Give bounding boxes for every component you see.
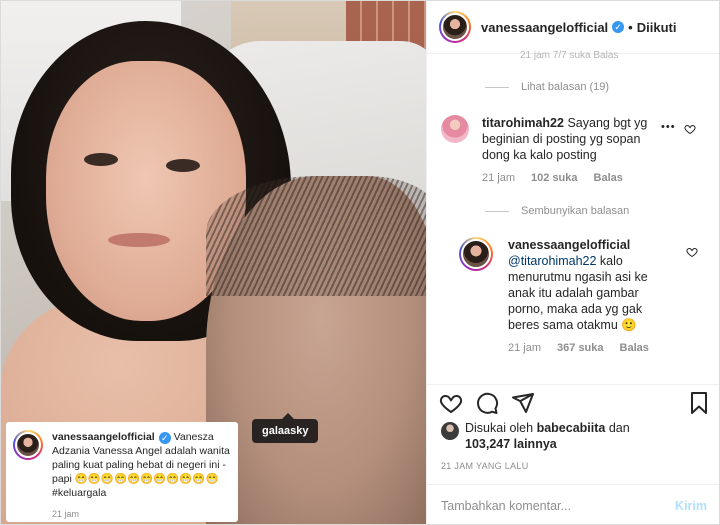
comment-body: titarohimah22 Sayang bgt yg beginian di … — [482, 115, 662, 163]
photo-tag-label: galaasky — [262, 425, 309, 437]
caption-time: 21 jam — [52, 509, 80, 519]
liked-by-count[interactable]: 103,247 lainnya — [465, 437, 557, 451]
reply-meta: 21 jam 367 suka Balas — [508, 342, 709, 354]
header-username[interactable]: vanessaangelofficial — [481, 20, 608, 35]
instagram-post-window: galaasky vanessaangelofficial ✓ Vanesza A… — [0, 0, 720, 525]
paper-plane-icon[interactable] — [511, 391, 535, 415]
header-separator: • — [628, 19, 633, 35]
heart-icon[interactable] — [439, 391, 463, 415]
comment-avatar-image — [441, 115, 469, 143]
liker-avatar[interactable] — [441, 422, 459, 440]
hide-replies-button[interactable]: Sembunyikan balasan — [485, 205, 629, 217]
follow-status-button[interactable]: Diikuti — [637, 20, 677, 35]
post-sidebar: vanessaangelofficial ✓ • Diikuti 21 jam … — [426, 1, 719, 524]
reply-avatar[interactable] — [459, 237, 493, 271]
comment-item: titarohimah22 Sayang bgt yg beginian di … — [441, 115, 711, 184]
comment-icon[interactable] — [475, 391, 499, 415]
reply-time: 21 jam — [508, 342, 542, 354]
reply-likes[interactable]: 367 suka — [557, 342, 603, 354]
comment-time: 21 jam — [482, 172, 516, 184]
replies-line — [485, 210, 509, 212]
photo-baby-hair — [206, 176, 426, 296]
bookmark-icon[interactable] — [687, 391, 711, 415]
reply-item: vanessaangelofficial @titarohimah22 kalo… — [459, 237, 709, 354]
photo-lips — [108, 233, 170, 247]
reply-reply-button[interactable]: Balas — [620, 342, 649, 354]
liked-by-user[interactable]: babecabiita — [537, 421, 606, 435]
reply-avatar-image — [461, 239, 491, 269]
photo-left-eye — [84, 153, 118, 166]
add-comment-bar: Kirim — [427, 484, 719, 524]
comment-likes[interactable]: 102 suka — [531, 172, 577, 184]
reply-like-heart-icon[interactable] — [686, 246, 698, 258]
post-timestamp: 21 JAM YANG LALU — [441, 461, 529, 471]
post-photo[interactable]: galaasky vanessaangelofficial ✓ Vanesza A… — [1, 1, 426, 524]
liked-by-section: Disukai oleh babecabiita dan 103,247 lai… — [441, 420, 630, 452]
post-comment-button[interactable]: Kirim — [675, 499, 707, 513]
caption-body: vanessaangelofficial ✓ Vanesza Adzania Va… — [52, 430, 230, 500]
caption-avatar[interactable] — [13, 430, 43, 460]
verified-icon: ✓ — [612, 21, 625, 33]
liked-by-conj: dan — [608, 421, 630, 435]
reply-username[interactable]: vanessaangelofficial — [508, 238, 630, 252]
comment-like-heart-icon[interactable] — [684, 123, 696, 135]
reply-mention[interactable]: @titarohimah22 — [508, 254, 596, 268]
caption-overlay: vanessaangelofficial ✓ Vanesza Adzania Va… — [6, 422, 238, 522]
caption-username[interactable]: vanessaangelofficial — [52, 431, 155, 443]
caption-avatar-image — [15, 432, 41, 458]
hide-replies-label: Sembunyikan balasan — [521, 205, 630, 217]
replies-line — [485, 86, 509, 88]
comment-avatar[interactable] — [441, 115, 469, 143]
photo-user-tag[interactable]: galaasky — [252, 413, 319, 443]
comment-reply-button[interactable]: Balas — [594, 172, 623, 184]
liked-by-prefix: Disukai oleh — [465, 421, 534, 435]
verified-icon: ✓ — [158, 432, 171, 444]
view-replies-label: Lihat balasan (19) — [521, 81, 610, 93]
photo-right-eye — [166, 159, 200, 172]
comment-input[interactable] — [441, 498, 676, 513]
post-header: vanessaangelofficial ✓ • Diikuti — [427, 1, 719, 54]
more-options-icon[interactable]: ••• — [661, 121, 676, 133]
view-replies-button[interactable]: Lihat balasan (19) — [485, 81, 609, 93]
liked-by-text: Disukai oleh babecabiita dan 103,247 lai… — [465, 420, 630, 452]
header-avatar[interactable] — [439, 11, 471, 43]
comment-meta: 21 jam 102 suka Balas — [482, 172, 711, 184]
header-avatar-image — [441, 13, 469, 41]
comment-username[interactable]: titarohimah22 — [482, 116, 564, 130]
post-action-bar — [427, 384, 719, 418]
clipped-comment-meta: 21 jam 7/7 suka Balas — [520, 50, 619, 61]
reply-body: vanessaangelofficial @titarohimah22 kalo… — [508, 237, 658, 333]
